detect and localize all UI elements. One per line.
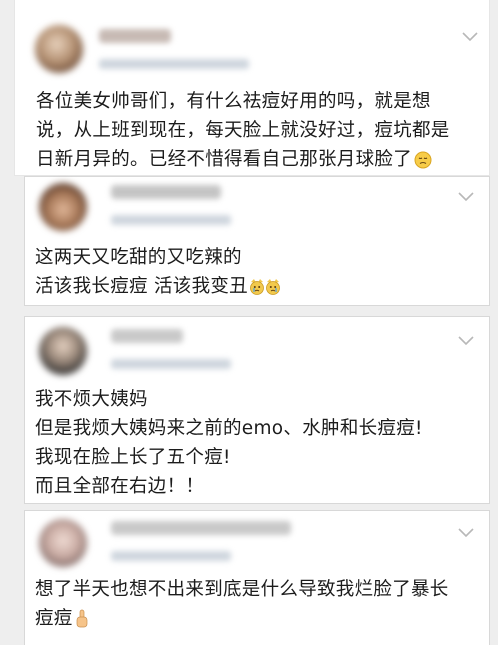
comment-text: 想了半天也想不出来到底是什么导致我烂脸了暴长 痘痘 bbox=[35, 575, 449, 633]
comment-line: 而且全部在右边！！ bbox=[35, 476, 205, 497]
meta-blurred bbox=[111, 551, 231, 561]
comment-line: 日新月异的。已经不惜得看自己那张月球脸了 bbox=[36, 149, 413, 170]
comment-text: 这两天又吃甜的又吃辣的 活该我长痘痘 活该我变丑 bbox=[35, 243, 280, 301]
comment-line: 这两天又吃甜的又吃辣的 bbox=[35, 247, 242, 268]
pensive-face-emoji bbox=[414, 151, 432, 169]
comment-line: 各位美女帅哥们，有什么祛痘好用的吗，就是想 bbox=[36, 91, 431, 112]
comment-line: 想了半天也想不出来到底是什么导致我烂脸了暴长 bbox=[35, 579, 449, 600]
comment-line: 痘痘 bbox=[35, 608, 73, 629]
comment-line-with-emoji: 痘痘 bbox=[35, 604, 449, 633]
username-blurred[interactable] bbox=[99, 29, 171, 43]
comment-text: 各位美女帅哥们，有什么祛痘好用的吗，就是想 说，从上班到现在，每天脸上就没好过，… bbox=[36, 87, 450, 174]
comment-card: 我不烦大姨妈 但是我烦大姨妈来之前的emo、水肿和长痘痘! 我现在脸上长了五个痘… bbox=[24, 316, 490, 504]
chevron-down-icon[interactable] bbox=[461, 27, 479, 45]
raised-finger-emoji bbox=[76, 609, 87, 628]
comment-line: 我不烦大姨妈 bbox=[35, 389, 148, 410]
avatar[interactable] bbox=[39, 519, 87, 567]
chevron-down-icon[interactable] bbox=[457, 331, 475, 349]
comment-line: 活该我长痘痘 活该我变丑 bbox=[35, 276, 248, 297]
chevron-down-icon[interactable] bbox=[457, 523, 475, 541]
comment-line-with-emoji: 日新月异的。已经不惜得看自己那张月球脸了 bbox=[36, 145, 450, 174]
username-blurred[interactable] bbox=[111, 329, 183, 343]
comment-line-with-emoji: 活该我长痘痘 活该我变丑 bbox=[35, 272, 280, 301]
comment-line: 说，从上班到现在，每天脸上就没好过，痘坑都是 bbox=[36, 120, 450, 141]
username-blurred[interactable] bbox=[111, 521, 291, 535]
meta-blurred bbox=[99, 59, 249, 69]
comment-line: 但是我烦大姨妈来之前的emo、水肿和长痘痘! bbox=[35, 418, 423, 439]
avatar[interactable] bbox=[35, 25, 83, 73]
comment-line: 我现在脸上长了五个痘! bbox=[35, 447, 231, 468]
comment-card: 这两天又吃甜的又吃辣的 活该我长痘痘 活该我变丑 bbox=[24, 176, 490, 306]
meta-blurred bbox=[111, 359, 231, 369]
username-blurred[interactable] bbox=[111, 185, 221, 199]
comment-card: 想了半天也想不出来到底是什么导致我烂脸了暴长 痘痘 bbox=[24, 510, 490, 645]
chevron-down-icon[interactable] bbox=[457, 187, 475, 205]
avatar[interactable] bbox=[39, 327, 87, 375]
comment-text: 我不烦大姨妈 但是我烦大姨妈来之前的emo、水肿和长痘痘! 我现在脸上长了五个痘… bbox=[35, 385, 423, 501]
meta-blurred bbox=[111, 215, 231, 225]
crying-cat-emoji bbox=[250, 279, 280, 295]
avatar[interactable] bbox=[39, 183, 87, 231]
comment-card: 各位美女帅哥们，有什么祛痘好用的吗，就是想 说，从上班到现在，每天脸上就没好过，… bbox=[14, 0, 490, 176]
